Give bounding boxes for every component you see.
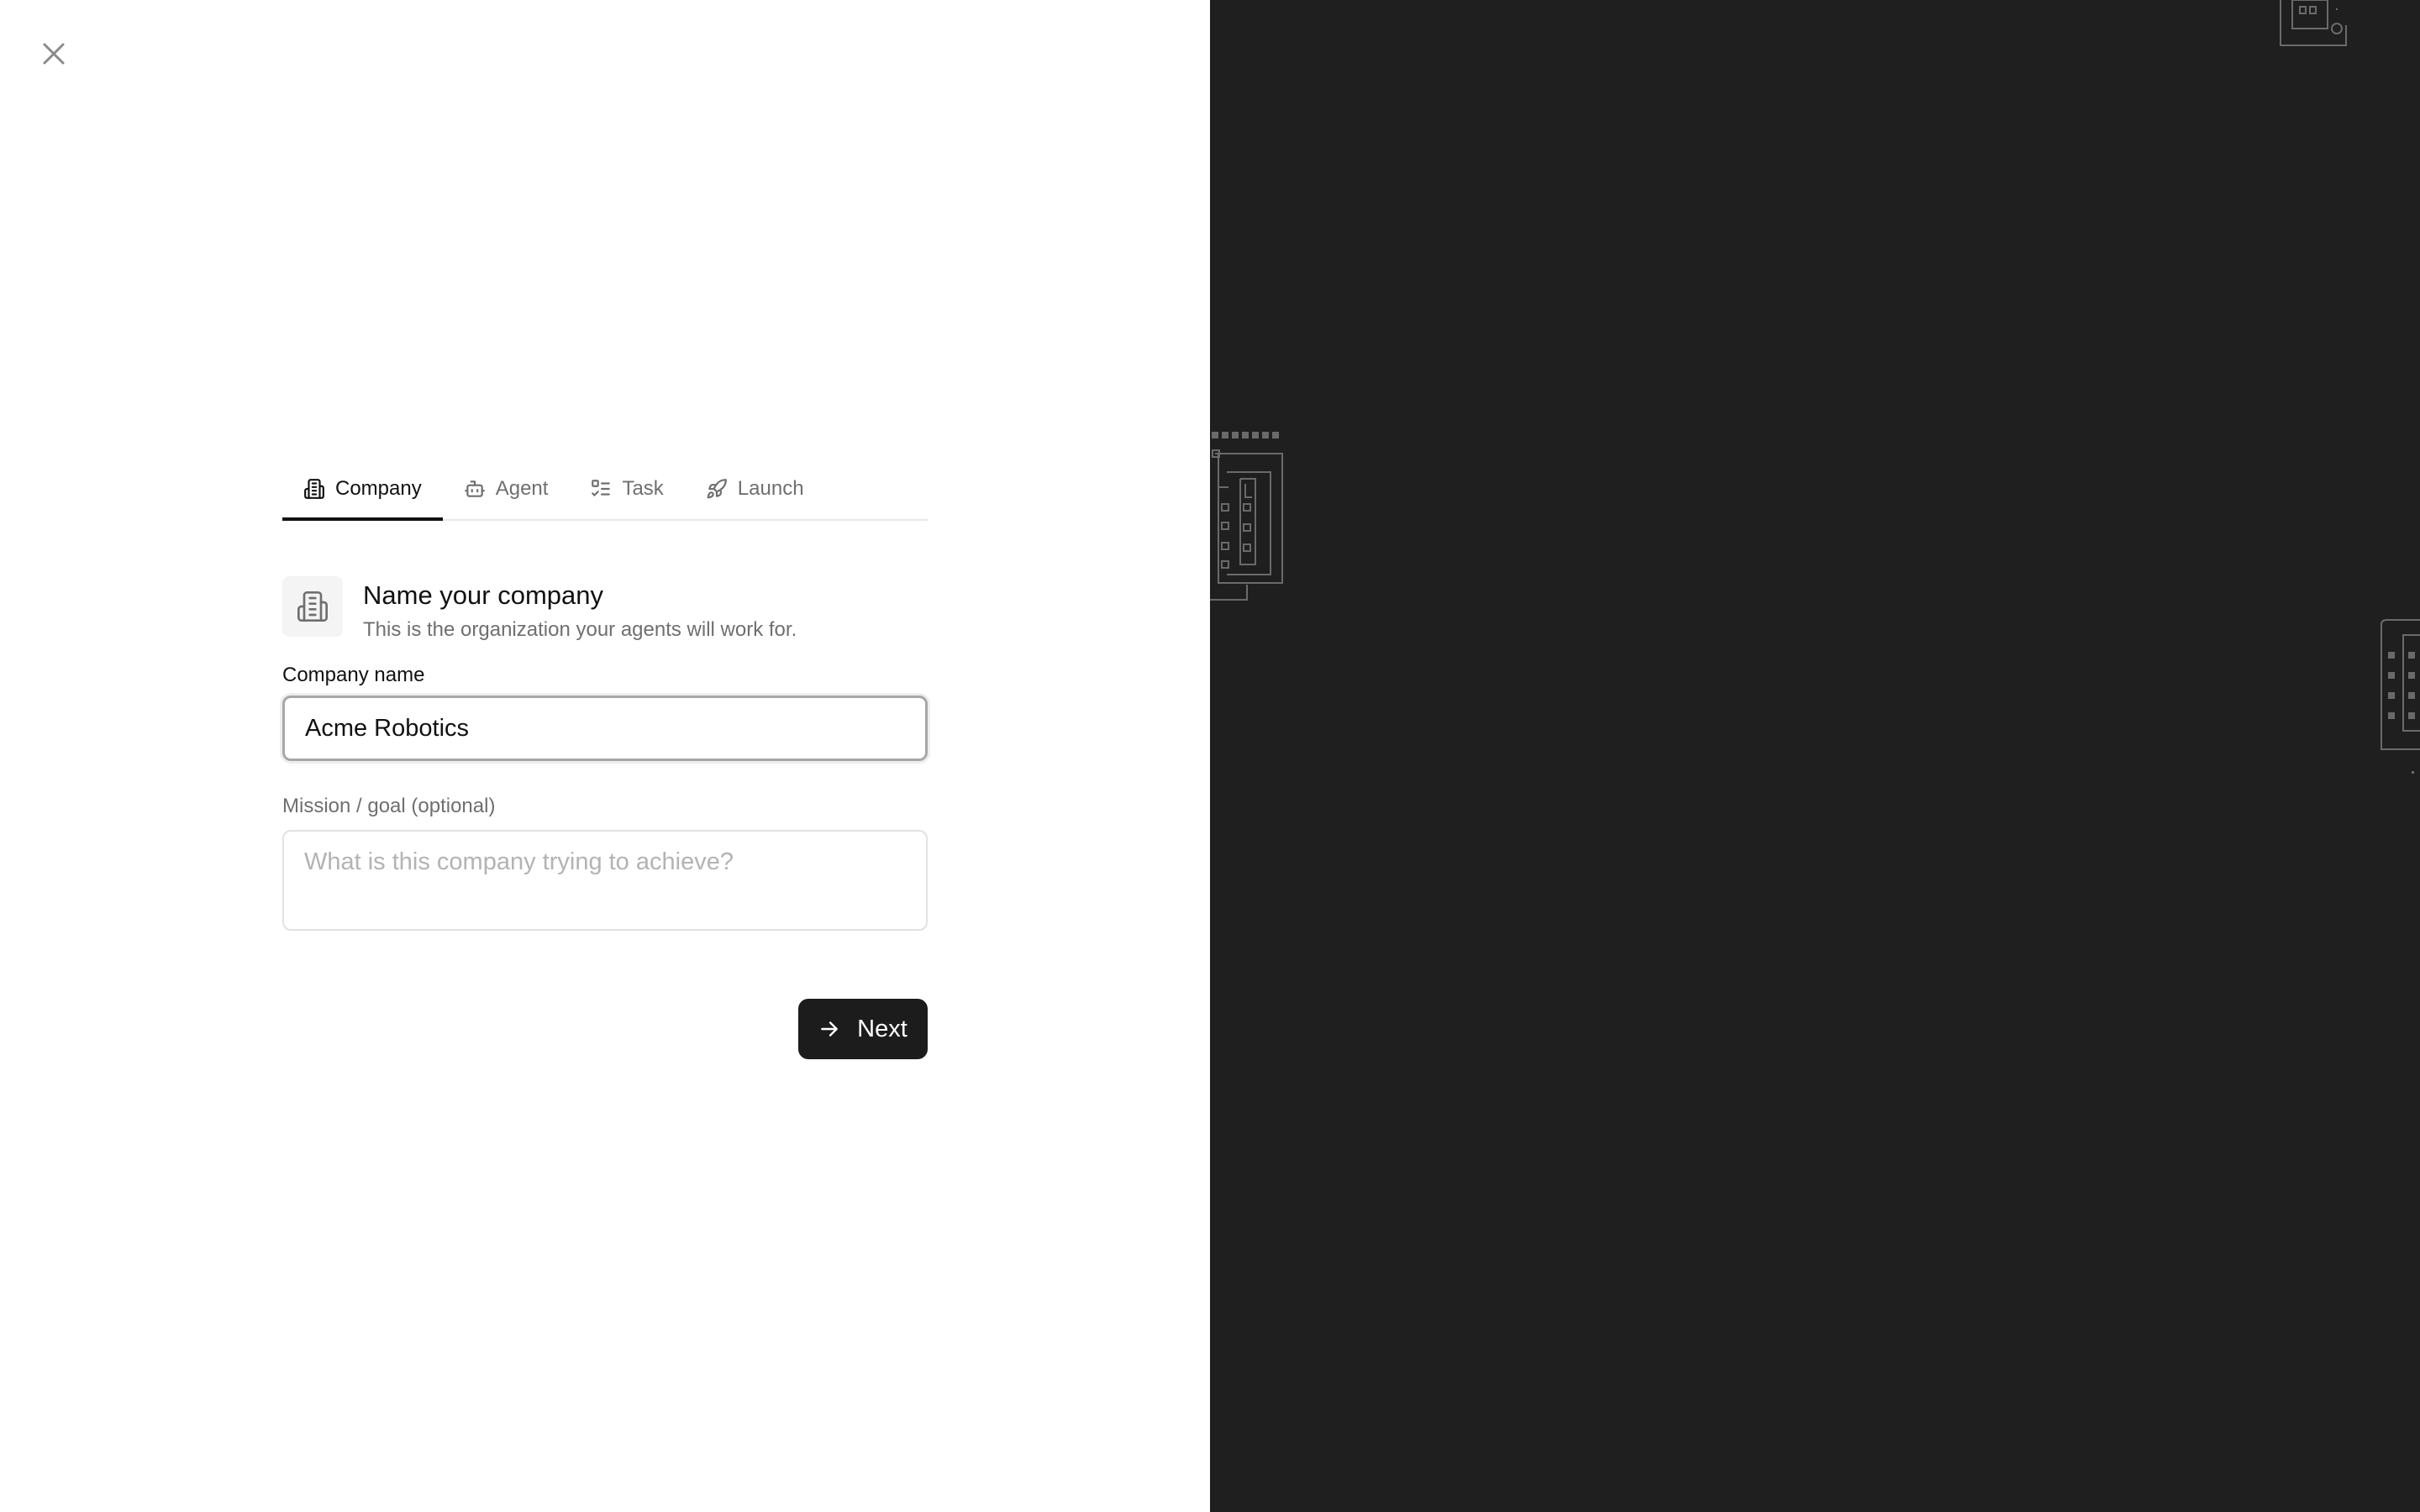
next-button[interactable]: Next — [798, 999, 928, 1059]
building-right — [2381, 619, 2420, 774]
wizard-panel: Company Agent Task Launch Name your comp… — [0, 0, 1210, 1512]
step-header-text: Name your company This is the organizati… — [363, 576, 797, 642]
building-illustration — [1210, 0, 2420, 774]
tab-agent[interactable]: Agent — [443, 459, 570, 519]
building-icon — [297, 591, 328, 622]
illustration-panel — [1210, 0, 2420, 1512]
tab-label: Company — [335, 477, 422, 500]
wizard: Company Agent Task Launch Name your comp… — [282, 459, 928, 1059]
list-checks-icon — [592, 480, 611, 496]
company-name-field[interactable] — [282, 696, 928, 761]
building-left — [1210, 432, 1283, 601]
close-button[interactable] — [37, 37, 71, 71]
tab-launch[interactable]: Launch — [685, 459, 825, 519]
tab-task[interactable]: Task — [569, 459, 684, 519]
building-top-right — [2280, 0, 2347, 46]
mission-label: Mission / goal (optional) — [282, 795, 496, 817]
tab-label: Launch — [737, 477, 804, 500]
close-icon — [43, 43, 65, 65]
building-icon — [304, 479, 324, 499]
onboarding-screen: Company Agent Task Launch Name your comp… — [0, 0, 2420, 1512]
bot-icon — [464, 480, 485, 497]
next-button-label: Next — [857, 1015, 908, 1042]
company-name-label: Company name — [282, 664, 425, 686]
page-subtitle: This is the organization your agents wil… — [363, 618, 797, 642]
tab-company[interactable]: Company — [282, 459, 443, 521]
tab-label: Agent — [495, 477, 549, 500]
tab-label: Task — [622, 477, 664, 500]
step-header: Name your company This is the organizati… — [282, 576, 928, 641]
wizard-actions: Next — [282, 999, 928, 1059]
arrow-right-icon — [821, 1021, 839, 1037]
mission-field[interactable] — [282, 830, 928, 931]
page-title: Name your company — [363, 580, 604, 610]
step-tabs: Company Agent Task Launch — [282, 459, 928, 521]
step-icon-tile — [282, 576, 343, 637]
rocket-icon — [707, 479, 727, 499]
